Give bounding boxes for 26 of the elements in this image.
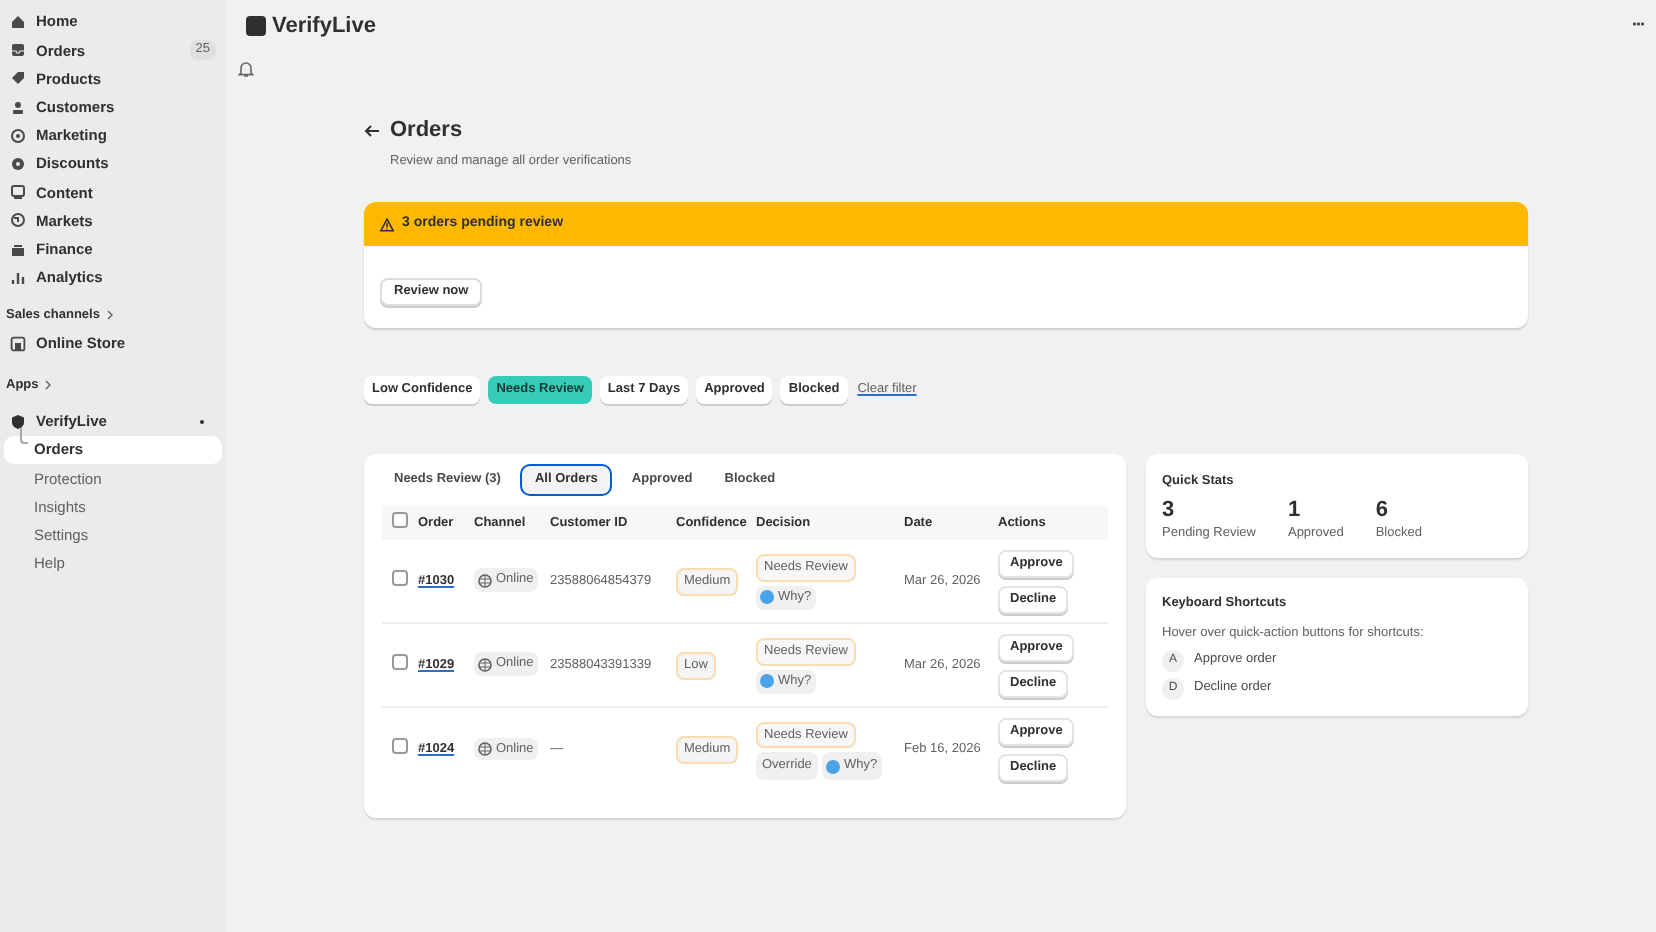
tray-icon [10, 42, 26, 59]
target-icon [10, 127, 26, 144]
row-checkbox[interactable] [392, 569, 408, 586]
house-icon [10, 14, 26, 31]
stat-value: 3 [1162, 498, 1177, 524]
chevron-icon [105, 310, 114, 321]
storefront-icon [10, 335, 26, 352]
row-checkbox[interactable] [392, 738, 408, 755]
page-title: Orders [390, 116, 463, 146]
person-icon [10, 99, 26, 116]
bar-chart-icon [10, 269, 26, 286]
warning-icon [380, 217, 394, 232]
monitor-icon [10, 184, 26, 201]
back-arrow-icon[interactable] [364, 123, 380, 138]
stat-value: 6 [1375, 498, 1390, 524]
app-logo-icon [246, 16, 266, 36]
shield-icon [10, 413, 26, 430]
bell-icon[interactable] [238, 60, 254, 78]
select-all-checkbox[interactable] [392, 511, 408, 528]
tag-icon [10, 70, 26, 87]
chevron-icon [44, 380, 53, 391]
bank-icon [10, 241, 26, 258]
app-title: VerifyLive [272, 11, 376, 42]
stat-value: 1 [1287, 498, 1303, 524]
more-menu-button[interactable]: ··· [1632, 12, 1644, 40]
row-checkbox[interactable] [392, 653, 408, 670]
